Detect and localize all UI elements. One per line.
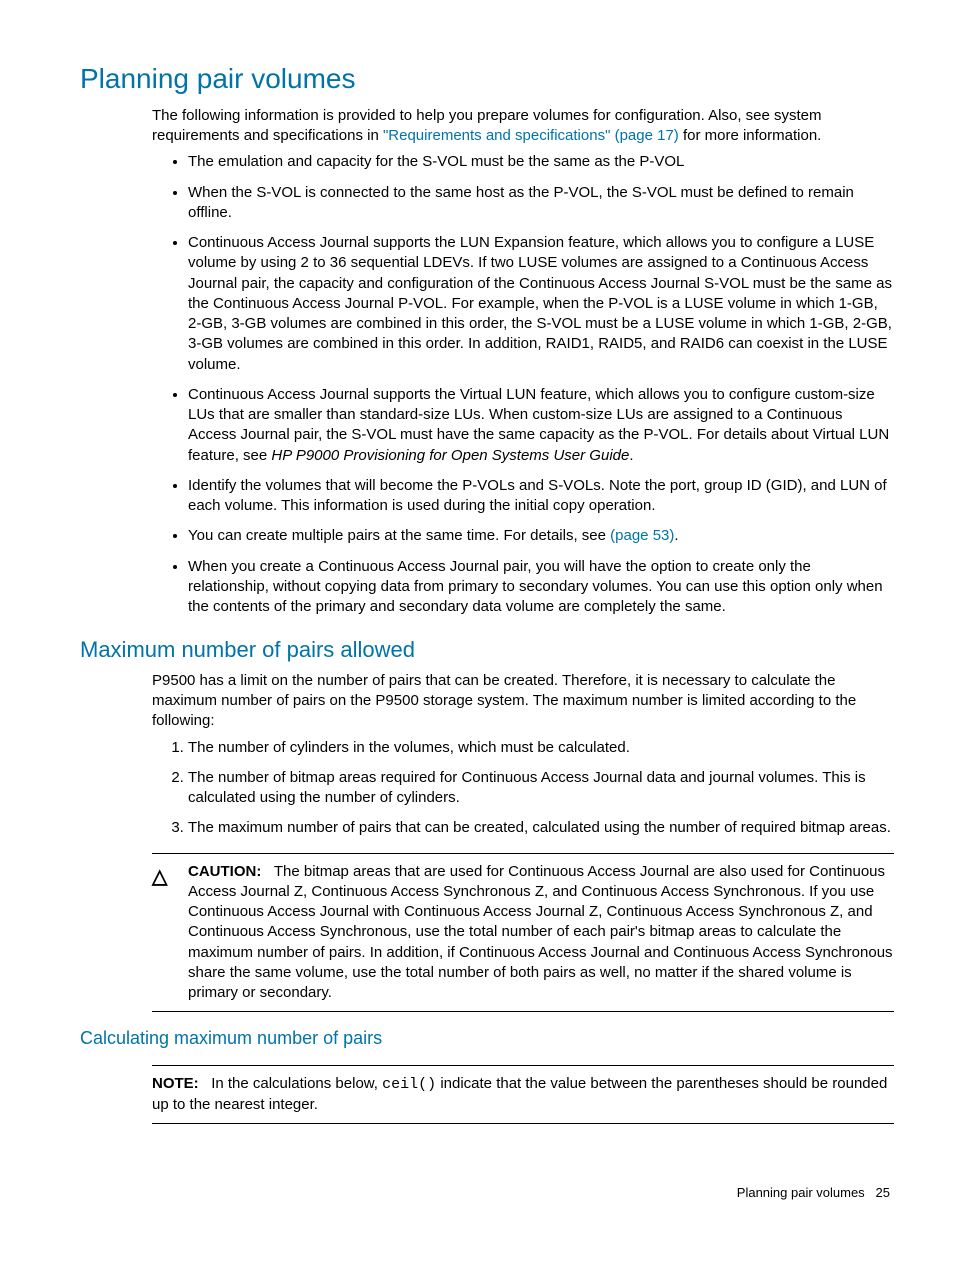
intro-text-post: for more information. [679, 127, 822, 144]
planning-bullet-list: The emulation and capacity for the S-VOL… [152, 152, 894, 617]
footer-page-number: 25 [876, 1185, 890, 1200]
max-ordered-list: The number of cylinders in the volumes, … [152, 738, 894, 839]
list-item: Identify the volumes that will become th… [188, 476, 894, 517]
caution-body-text: The bitmap areas that are used for Conti… [188, 863, 893, 1002]
b4-citation: HP P9000 Provisioning for Open Systems U… [271, 447, 629, 464]
note-admonition: NOTE: In the calculations below, ceil() … [152, 1065, 894, 1125]
list-item: The number of cylinders in the volumes, … [188, 738, 894, 758]
heading-planning-pair-volumes: Planning pair volumes [80, 60, 894, 98]
footer-section-title: Planning pair volumes [737, 1185, 865, 1200]
list-item: Continuous Access Journal supports the L… [188, 233, 894, 375]
b6-post: . [674, 527, 678, 544]
page-53-link[interactable]: (page 53) [610, 527, 674, 544]
intro-paragraph: The following information is provided to… [152, 106, 894, 147]
b6-pre: You can create multiple pairs at the sam… [188, 527, 610, 544]
max-intro-paragraph: P9500 has a limit on the number of pairs… [152, 671, 894, 732]
list-item: Continuous Access Journal supports the V… [188, 385, 894, 466]
requirements-link[interactable]: "Requirements and specifications" (page … [383, 127, 679, 144]
list-item: The emulation and capacity for the S-VOL… [188, 152, 894, 172]
heading-maximum-number-of-pairs: Maximum number of pairs allowed [80, 635, 894, 665]
list-item: The maximum number of pairs that can be … [188, 818, 894, 838]
page-footer: Planning pair volumes 25 [80, 1184, 894, 1202]
list-item: When you create a Continuous Access Jour… [188, 557, 894, 618]
note-pre: In the calculations below, [211, 1075, 382, 1092]
caution-label: CAUTION: [188, 863, 261, 880]
caution-admonition: △ CAUTION: The bitmap areas that are use… [152, 853, 894, 1013]
list-item: The number of bitmap areas required for … [188, 768, 894, 809]
b4-post: . [629, 447, 633, 464]
heading-calculating-max-pairs: Calculating maximum number of pairs [80, 1026, 894, 1050]
note-label: NOTE: [152, 1075, 199, 1092]
list-item: When the S-VOL is connected to the same … [188, 183, 894, 224]
list-item: You can create multiple pairs at the sam… [188, 526, 894, 546]
note-mono: ceil() [382, 1076, 436, 1093]
caution-icon: △ [152, 862, 188, 1004]
